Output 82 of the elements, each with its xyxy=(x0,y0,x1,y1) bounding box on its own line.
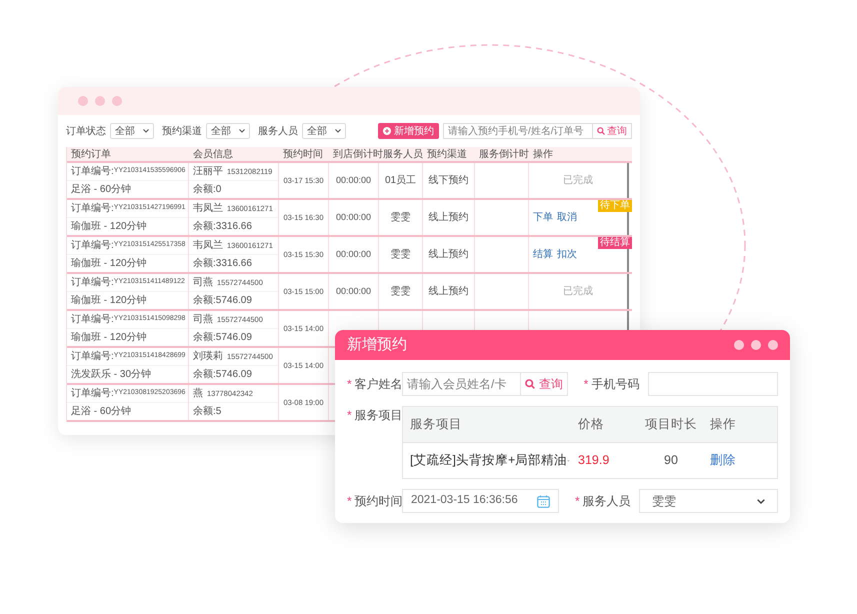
chevron-down-icon xyxy=(239,129,245,133)
column-header: 项目时长 xyxy=(644,416,698,434)
table-cell-text: 余额:3316.66 xyxy=(192,256,253,271)
table-cell-text: 余额:5746.09 xyxy=(192,294,253,308)
filter-label: 预约渠道 xyxy=(162,124,202,138)
column-header: 操作 xyxy=(532,148,554,161)
status-tag: 待下单 xyxy=(598,200,632,212)
column-header: 服务人员 xyxy=(383,148,423,161)
table-cell-text: 瑜伽班 - 120分钟 xyxy=(70,294,148,308)
status-text: 已完成 xyxy=(562,284,594,299)
table-cell-text: 余额:0 xyxy=(192,182,222,197)
required-mark: * xyxy=(584,377,588,391)
field-label: 预约时间 xyxy=(354,494,403,508)
column-header: 预约订单 xyxy=(70,148,112,161)
search-icon xyxy=(597,127,605,135)
filter-select[interactable]: 全部 xyxy=(110,123,154,139)
table-cell: 00:00:00 xyxy=(329,200,379,235)
duration-text: 90 xyxy=(663,452,679,470)
datetime-field[interactable]: 2021-03-15 16:36:56 xyxy=(402,489,560,513)
table-cell: 线上预约 xyxy=(423,200,475,235)
table-cell: 00:00:00 xyxy=(329,274,379,309)
table-cell: 线上预约 xyxy=(423,237,475,272)
column-header: 预约渠道 xyxy=(426,148,468,161)
chevron-down-icon xyxy=(757,498,765,504)
search-button[interactable]: 查询 xyxy=(593,123,632,139)
action-link[interactable]: 取消 xyxy=(557,210,577,225)
column-header: 价格 xyxy=(578,416,605,434)
customer-field[interactable]: 请输入会员姓名/卡 xyxy=(402,372,521,396)
dialog-title: 新增预约 xyxy=(347,334,407,355)
required-mark: * xyxy=(575,494,580,508)
required-mark: * xyxy=(347,408,352,422)
filter-label: 服务人员 xyxy=(258,124,298,138)
calendar-icon xyxy=(537,494,550,508)
required-mark: * xyxy=(347,494,352,508)
search-icon xyxy=(524,379,535,389)
chevron-down-icon xyxy=(335,129,341,133)
staff-select[interactable]: 雯雯 xyxy=(639,489,778,513)
table-cell: 00:00:00 xyxy=(329,237,379,272)
action-link[interactable]: 结算 xyxy=(533,247,553,262)
filter-label: 订单状态 xyxy=(66,124,106,138)
chevron-down-icon xyxy=(143,129,149,133)
table-cell: 雯雯 xyxy=(379,274,423,309)
action-link[interactable]: 下单 xyxy=(533,210,553,225)
column-header: 会员信息 xyxy=(192,148,234,161)
table-cell: 雯雯 xyxy=(379,200,423,235)
add-booking-button[interactable]: 新增预约 xyxy=(378,123,439,139)
table-cell: 线下预约 xyxy=(423,163,475,198)
field-label: 服务人员 xyxy=(582,494,631,508)
column-header: 服务倒计时 xyxy=(478,148,529,161)
query-button[interactable]: 查询 xyxy=(520,372,568,396)
delete-link[interactable]: 删除 xyxy=(706,451,736,470)
status-tag: 待结算 xyxy=(598,237,632,249)
table-cell-text: 瑜伽班 - 120分钟 xyxy=(70,256,148,271)
plus-circle-icon xyxy=(383,127,391,135)
field-label: 客户姓名 xyxy=(354,377,403,391)
table-cell-text: 洗发跃乐 - 30分钟 xyxy=(70,368,152,382)
table-cell: 01员工 xyxy=(379,163,423,198)
field-label: 服务项目 xyxy=(354,408,403,422)
table-cell: 00:00:00 xyxy=(329,163,379,198)
field-label: 手机号码 xyxy=(591,377,640,391)
table-cell: 雯雯 xyxy=(379,237,423,272)
filter-select[interactable]: 全部 xyxy=(206,123,250,139)
table-cell-text: 足浴 - 60分钟 xyxy=(70,182,132,197)
table-cell: 线上预约 xyxy=(423,274,475,309)
table-cell-text: 瑜伽班 - 120分钟 xyxy=(70,330,148,345)
table-cell-text: 余额:3316.66 xyxy=(192,220,253,234)
service-select[interactable]: [艾疏经]头背按摩+局部精油 xyxy=(403,451,578,470)
table-cell-text: 余额:5746.09 xyxy=(192,330,253,345)
table-cell-text: 瑜伽班 - 120分钟 xyxy=(70,220,148,234)
price-text: 319.9 xyxy=(578,452,610,470)
column-header: 预约时间 xyxy=(282,148,324,161)
filter-select[interactable]: 全部 xyxy=(302,123,346,139)
status-text: 已完成 xyxy=(562,174,594,188)
search-field[interactable]: 请输入预约手机号/姓名/订单号 xyxy=(443,123,593,139)
table-cell-text: 余额:5746.09 xyxy=(192,368,253,382)
required-mark: * xyxy=(347,377,352,391)
column-header: 服务项目 xyxy=(409,416,463,434)
action-link[interactable]: 扣次 xyxy=(557,247,577,262)
table-cell-text: 余额:5 xyxy=(192,404,222,419)
column-header: 操作 xyxy=(709,416,737,434)
phone-field[interactable] xyxy=(648,372,778,396)
table-cell-text: 足浴 - 60分钟 xyxy=(70,404,132,419)
